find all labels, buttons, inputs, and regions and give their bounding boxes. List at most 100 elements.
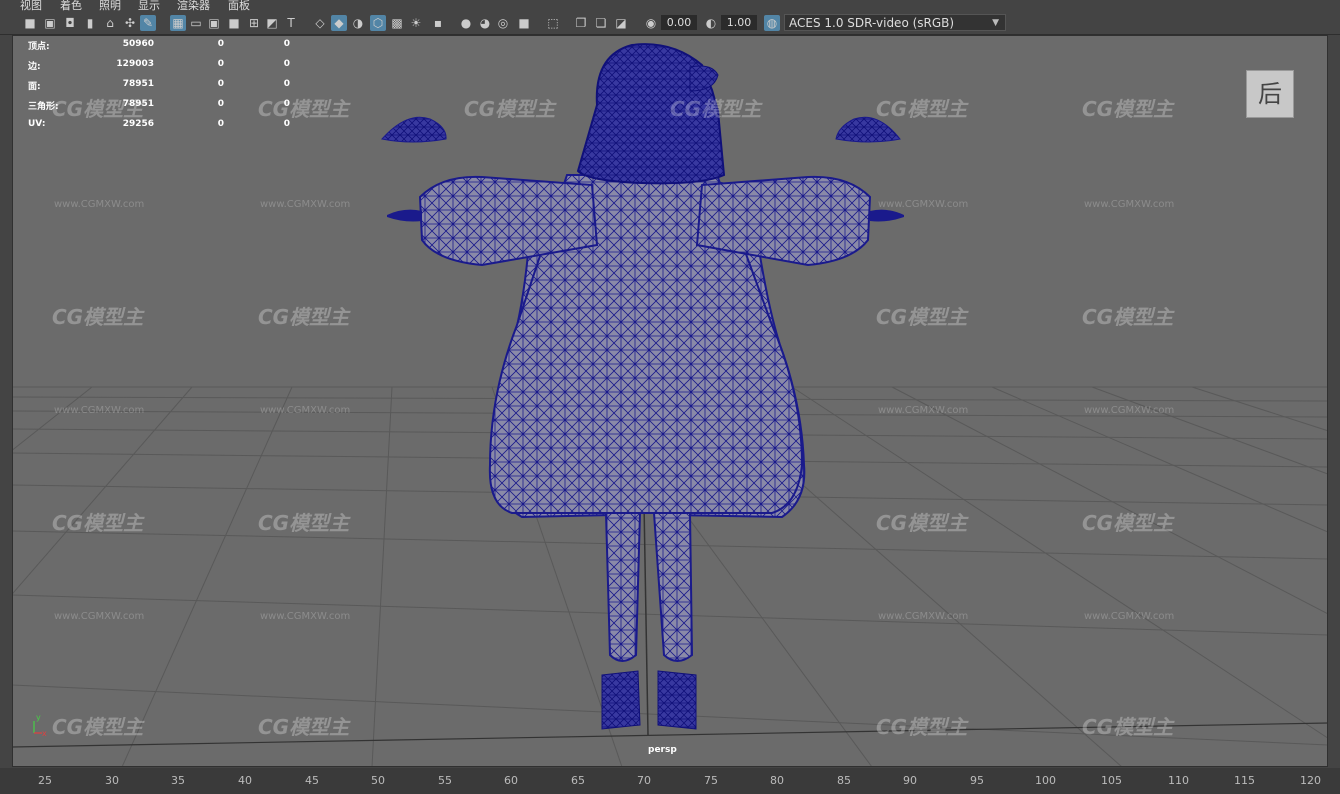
- watermark-logo: CG模型主: [876, 97, 968, 121]
- xray-icon[interactable]: ❐: [573, 15, 589, 31]
- isolate-select-icon[interactable]: ⬚: [545, 15, 561, 31]
- time-tick-label: 55: [438, 774, 452, 787]
- time-tick-label: 85: [837, 774, 851, 787]
- watermark-logo: CG模型主: [1082, 715, 1174, 739]
- motion-blur-icon[interactable]: ◕: [477, 15, 493, 31]
- time-tick-label: 70: [637, 774, 651, 787]
- watermark-logo: CG模型主: [876, 305, 968, 329]
- watermark-logo: CG模型主: [1082, 97, 1174, 121]
- menubar: 视图 着色 照明 显示 渲染器 面板: [0, 0, 1340, 12]
- hud-value: 129003: [116, 59, 154, 69]
- watermark-logo: CG模型主: [258, 511, 350, 535]
- gamma-field[interactable]: 1.00: [721, 15, 757, 30]
- watermark-logo: CG模型主: [1082, 305, 1174, 329]
- left-leg: [604, 512, 642, 662]
- grid-icon[interactable]: ▦: [170, 15, 186, 31]
- watermark-logo: CG模型主: [1082, 511, 1174, 535]
- image-plane-icon[interactable]: ⌂: [102, 15, 118, 31]
- select-camera-icon[interactable]: ■: [22, 15, 38, 31]
- right-leg: [652, 512, 694, 662]
- 2d-pan-zoom-icon[interactable]: ✣: [122, 15, 138, 31]
- color-management-icon[interactable]: ◍: [764, 15, 780, 31]
- chevron-down-icon: ▼: [992, 18, 999, 28]
- time-tick-label: 115: [1234, 774, 1255, 787]
- color-space-dropdown[interactable]: ACES 1.0 SDR-video (sRGB) ▼: [784, 14, 1006, 31]
- hud-value: 0: [283, 39, 290, 49]
- time-tick-label: 25: [38, 774, 52, 787]
- watermark-logo: CG模型主: [52, 305, 144, 329]
- left-hand: [387, 209, 422, 222]
- default-material-icon[interactable]: ◑: [350, 15, 366, 31]
- right-panel-edge: [1328, 35, 1340, 767]
- viewport-scene: [12, 43, 1328, 767]
- bookmark-icon[interactable]: ◘: [62, 15, 78, 31]
- xray-active-icon[interactable]: ◪: [613, 15, 629, 31]
- watermark-url: www.CGMXW.com: [878, 611, 969, 622]
- hud-label: 面:: [28, 82, 41, 92]
- hud-value: 0: [217, 39, 224, 49]
- time-tick-label: 65: [571, 774, 585, 787]
- antialiasing-icon[interactable]: ◎: [495, 15, 511, 31]
- lighting-icon[interactable]: ☀: [408, 15, 424, 31]
- gamma-icon[interactable]: ◐: [703, 15, 719, 31]
- hud-value: 0: [217, 119, 224, 129]
- exposure-icon[interactable]: ◉: [643, 15, 659, 31]
- shadows-icon[interactable]: ▪: [430, 15, 446, 31]
- hud-value: 78951: [122, 99, 154, 109]
- menu-view[interactable]: 视图: [20, 0, 42, 12]
- exposure-field[interactable]: 0.00: [661, 15, 697, 30]
- smooth-shade-icon[interactable]: ◆: [331, 15, 347, 31]
- xray-joints-icon[interactable]: ❏: [593, 15, 609, 31]
- watermark-url: www.CGMXW.com: [878, 199, 969, 210]
- textured-icon[interactable]: ▩: [389, 15, 405, 31]
- watermark-url: www.CGMXW.com: [1084, 611, 1175, 622]
- resolution-gate-icon[interactable]: ▣: [206, 15, 222, 31]
- hud-value: 0: [217, 59, 224, 69]
- watermark-logo: CG模型主: [258, 715, 350, 739]
- hud-value: 0: [283, 119, 290, 129]
- left-panel-edge: [0, 35, 12, 767]
- watermark-url: www.CGMXW.com: [260, 611, 351, 622]
- safe-title-icon[interactable]: T: [283, 15, 299, 31]
- watermark-logo: CG模型主: [52, 715, 144, 739]
- time-tick-label: 60: [504, 774, 518, 787]
- menu-lighting[interactable]: 照明: [99, 0, 121, 12]
- camera-name-label: persp: [648, 745, 677, 755]
- time-tick-label: 50: [371, 774, 385, 787]
- hud-value: 0: [283, 79, 290, 89]
- grease-pencil-icon[interactable]: ✎: [140, 15, 156, 31]
- menu-renderer[interactable]: 渲染器: [177, 0, 210, 12]
- view-cube[interactable]: 后: [1246, 70, 1294, 118]
- menu-shading[interactable]: 着色: [60, 0, 82, 12]
- viewport-3d[interactable]: CG模型主 CG模型主 CG模型主 CG模型主 CG模型主 CG模型主 www.…: [12, 35, 1328, 767]
- color-space-value: ACES 1.0 SDR-video (sRGB): [789, 16, 955, 30]
- wireframe-icon[interactable]: ◇: [312, 15, 328, 31]
- field-chart-icon[interactable]: ⊞: [246, 15, 262, 31]
- axis-x-label: x: [42, 729, 47, 738]
- hud-label: 三角形:: [28, 102, 59, 112]
- time-tick-label: 120: [1300, 774, 1321, 787]
- hud-label: 顶点:: [28, 42, 50, 52]
- bookmark-flag-icon[interactable]: ▮: [82, 15, 98, 31]
- watermark-url: www.CGMXW.com: [1084, 199, 1175, 210]
- watermark-url: www.CGMXW.com: [54, 199, 145, 210]
- hud-value: 78951: [122, 79, 154, 89]
- watermark-url: www.CGMXW.com: [54, 611, 145, 622]
- watermark-url: www.CGMXW.com: [260, 199, 351, 210]
- film-gate-icon[interactable]: ▭: [188, 15, 204, 31]
- safe-action-icon[interactable]: ◩: [264, 15, 280, 31]
- menu-show[interactable]: 显示: [138, 0, 160, 12]
- axis-y-label: y: [36, 713, 41, 722]
- hud-value: 0: [217, 99, 224, 109]
- wireframe-on-shaded-icon[interactable]: ⬡: [370, 15, 386, 31]
- time-tick-label: 45: [305, 774, 319, 787]
- hat-brim: [689, 65, 719, 92]
- time-slider[interactable]: 25 30 35 40 45 50 55 60 65 70 75 80 85 9…: [0, 768, 1340, 794]
- camera-attributes-icon[interactable]: ▣: [42, 15, 58, 31]
- hud-value: 50960: [122, 39, 154, 49]
- screen-space-ao-icon[interactable]: ●: [458, 15, 474, 31]
- gate-mask-icon[interactable]: ■: [226, 15, 242, 31]
- menu-panels[interactable]: 面板: [228, 0, 250, 12]
- time-tick-label: 75: [704, 774, 718, 787]
- depth-of-field-icon[interactable]: ■: [516, 15, 532, 31]
